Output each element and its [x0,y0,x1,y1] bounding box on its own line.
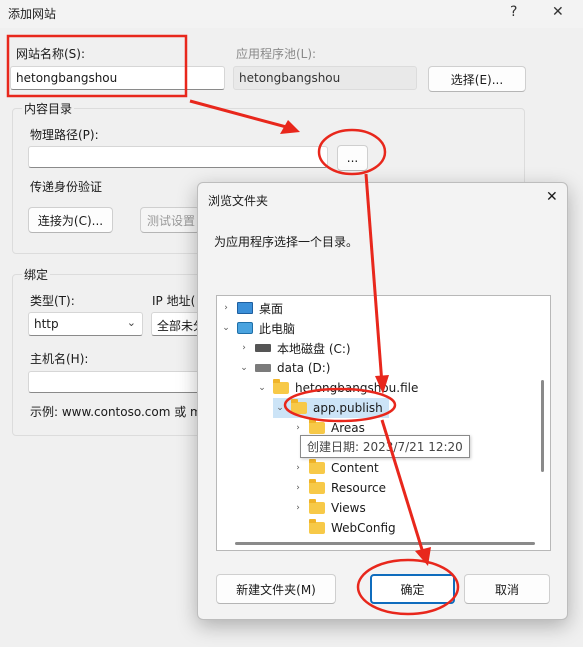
tree-item-label: Views [331,501,366,515]
tree-item-hetongbangshou-file[interactable]: ⌄ hetongbangshou.file [255,378,418,398]
browse-folder-dialog: 浏览文件夹 ✕ 为应用程序选择一个目录。 › 桌面 ⌄ 此电脑 › 本地磁盘 (… [197,182,568,620]
tree-item-resource[interactable]: › Resource [291,478,386,498]
window-title: 添加网站 [8,7,57,21]
collapse-icon[interactable]: ⌄ [237,363,251,373]
close-icon[interactable]: ✕ [552,4,564,20]
help-icon[interactable]: ? [510,4,517,20]
test-settings-button: 测试设置 [140,207,200,233]
expand-icon[interactable]: › [219,303,233,313]
new-folder-button[interactable]: 新建文件夹(M) [216,574,336,604]
physical-path-input[interactable] [28,146,328,168]
dialog-title: 浏览文件夹 [208,194,269,208]
connect-as-button[interactable]: 连接为(C)... [28,207,113,233]
ip-address-label: IP 地址( [152,294,196,308]
chevron-down-icon: ⌄ [126,316,136,329]
expand-icon[interactable]: › [291,483,305,493]
collapse-icon[interactable]: ⌄ [255,383,269,393]
folder-icon [309,519,325,534]
site-name-input[interactable]: hetongbangshou [10,66,225,90]
site-name-label: 网站名称(S): [16,47,86,61]
cancel-button[interactable]: 取消 [464,574,550,604]
expand-icon[interactable]: › [291,423,305,433]
host-name-label: 主机名(H): [30,352,89,366]
ok-button[interactable]: 确定 [370,574,455,604]
tree-item-label: app.publish [313,401,383,415]
folder-icon [309,499,325,514]
expand-icon[interactable]: › [237,343,251,353]
tree-item-webconfig[interactable]: WebConfig [291,518,396,538]
desktop-icon [237,302,253,314]
tree-item-content[interactable]: › Content [291,458,379,478]
dialog-instruction: 为应用程序选择一个目录。 [214,235,359,249]
content-directory-label: 内容目录 [22,100,75,117]
select-app-pool-button[interactable]: 选择(E)... [428,66,526,92]
host-name-example: 示例: www.contoso.com 或 m [30,405,202,419]
tree-item-desktop[interactable]: › 桌面 [219,298,283,318]
browse-button[interactable]: ... [337,145,368,171]
tree-item-label: hetongbangshou.file [295,381,419,395]
binding-type-select[interactable]: http ⌄ [28,312,143,336]
ip-address-select[interactable]: 全部未分 [151,312,201,336]
horizontal-scrollbar[interactable] [217,536,537,550]
tree-item-label: WebConfig [331,521,396,535]
folder-icon [309,419,325,434]
tree-item-label: Areas [331,421,365,435]
binding-label: 绑定 [22,266,51,283]
tree-item-drive-c[interactable]: › 本地磁盘 (C:) [237,338,351,358]
folder-icon [291,399,307,414]
expand-icon[interactable]: › [291,463,305,473]
vertical-scrollbar-thumb[interactable] [541,380,544,472]
expand-icon[interactable]: › [291,503,305,513]
physical-path-label: 物理路径(P): [30,128,99,142]
vertical-scrollbar[interactable] [536,296,550,536]
tree-item-label: Content [331,461,379,475]
folder-tree[interactable]: › 桌面 ⌄ 此电脑 › 本地磁盘 (C:) ⌄ data (D:) ⌄ het… [216,295,551,551]
tree-item-label: 桌面 [259,301,284,316]
horizontal-scrollbar-thumb[interactable] [235,542,535,545]
tree-item-label: data (D:) [277,361,331,375]
host-name-input[interactable] [28,371,201,393]
folder-icon [309,459,325,474]
app-pool-label: 应用程序池(L): [236,47,317,61]
pass-through-auth-label: 传递身份验证 [30,180,103,194]
app-pool-field: hetongbangshou [233,66,417,90]
binding-type-value: http [34,317,59,331]
binding-type-label: 类型(T): [30,294,75,308]
tree-item-label: 此电脑 [259,321,296,336]
tree-item-views[interactable]: › Views [291,498,366,518]
tree-item-drive-d[interactable]: ⌄ data (D:) [237,358,331,378]
computer-icon [237,322,253,334]
folder-icon [309,479,325,494]
tree-item-label: 本地磁盘 (C:) [277,341,351,356]
created-date-tooltip: 创建日期: 2023/7/21 12:20 [300,435,470,458]
tree-item-app-publish[interactable]: ⌄ app.publish [273,398,389,418]
tree-item-label: Resource [331,481,387,495]
collapse-icon[interactable]: ⌄ [273,403,287,413]
drive-icon [255,344,271,352]
drive-icon [255,364,271,372]
tree-item-this-pc[interactable]: ⌄ 此电脑 [219,318,295,338]
title-bar: 添加网站 ? ✕ [0,0,583,28]
collapse-icon[interactable]: ⌄ [219,323,233,333]
dialog-close-icon[interactable]: ✕ [546,189,558,205]
folder-icon [273,379,289,394]
